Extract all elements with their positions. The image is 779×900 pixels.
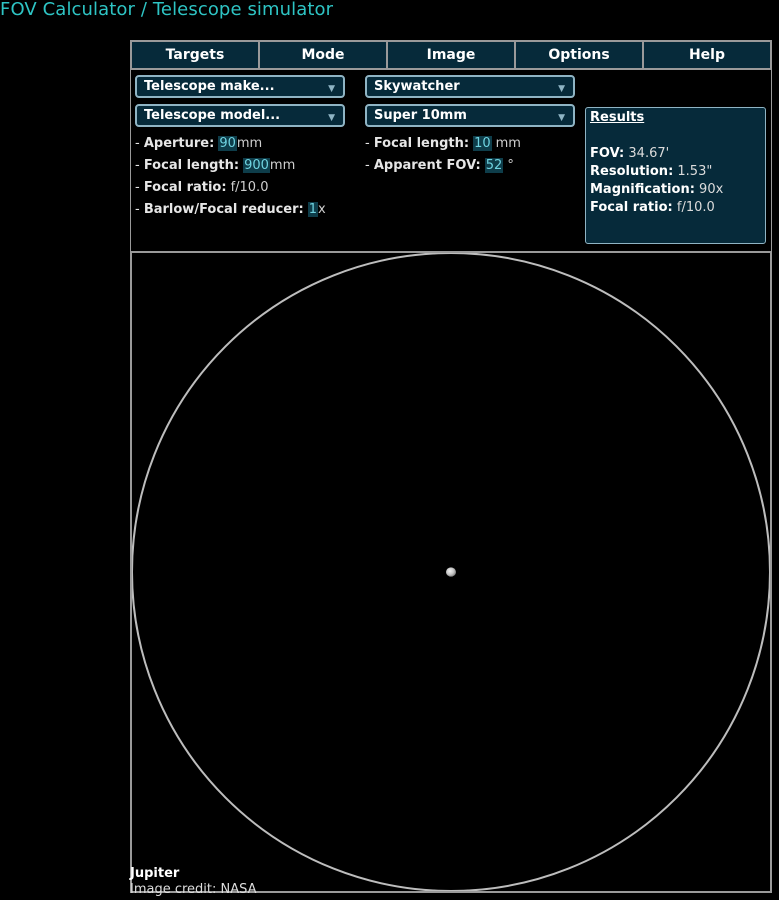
results-spacer (590, 128, 761, 146)
fov-calculator: Targets Mode Image Options Help Telescop… (130, 40, 772, 893)
barlow-label: Barlow/Focal reducer: (143, 201, 304, 217)
menu-mode[interactable]: Mode (260, 42, 388, 68)
chevron-down-icon: ▼ (558, 113, 565, 123)
telescope-model-select[interactable]: Telescope model... ▼ (135, 104, 345, 127)
target-name: Jupiter (130, 866, 180, 881)
result-magnification-value: 90x (699, 182, 724, 197)
result-resolution-label: Resolution: (590, 164, 674, 179)
apparent-fov-label: Apparent FOV: (373, 157, 481, 173)
telescope-focal-ratio-label: Focal ratio: (143, 179, 227, 195)
menu-targets[interactable]: Targets (132, 42, 260, 68)
barlow-row: - Barlow/Focal reducer: 1 x (135, 200, 326, 218)
result-magnification-label: Magnification: (590, 182, 695, 197)
eyepiece-model-select[interactable]: Super 10mm ▼ (365, 104, 575, 127)
aperture-unit: mm (236, 135, 263, 151)
eyepiece-focal-length-unit: mm (495, 135, 521, 151)
bullet-dash: - (365, 157, 374, 173)
result-magnification: Magnification: 90x (590, 182, 761, 200)
result-fov: FOV: 34.67' (590, 146, 761, 164)
barlow-input[interactable]: 1 (307, 201, 319, 217)
chevron-down-icon: ▼ (328, 84, 335, 94)
menu-options[interactable]: Options (516, 42, 644, 68)
chevron-down-icon: ▼ (558, 84, 565, 94)
result-fov-label: FOV: (590, 146, 625, 161)
telescope-make-label: Telescope make... (144, 79, 275, 94)
bullet-dash: - (135, 201, 144, 217)
result-resolution: Resolution: 1.53" (590, 164, 761, 182)
result-focal-ratio-value: f/10.0 (676, 200, 715, 215)
barlow-unit: x (318, 201, 326, 217)
bullet-dash: - (135, 179, 144, 195)
bullet-dash: - (365, 135, 374, 151)
bullet-dash: - (135, 135, 144, 151)
aperture-label: Aperture: (143, 135, 215, 151)
telescope-focal-ratio-value: f/10.0 (230, 179, 269, 195)
telescope-focal-length-label: Focal length: (143, 157, 240, 173)
telescope-model-label: Telescope model... (144, 108, 281, 123)
telescope-focal-length-unit: mm (269, 157, 296, 173)
eyepiece-model-label: Super 10mm (374, 108, 467, 123)
telescope-make-select[interactable]: Telescope make... ▼ (135, 75, 345, 98)
telescope-focal-ratio-row: - Focal ratio: f/10.0 (135, 178, 268, 196)
bullet-dash: - (135, 157, 144, 173)
result-resolution-value: 1.53" (677, 164, 713, 179)
settings-panel: Telescope make... ▼ Telescope model... ▼… (130, 70, 772, 251)
eyepiece-make-select[interactable]: Skywatcher ▼ (365, 75, 575, 98)
telescope-focal-length-input[interactable]: 900 (243, 157, 270, 173)
eyepiece-focal-length-row: - Focal length: 10 mm (365, 134, 521, 152)
image-credit: Image credit: NASA (130, 882, 257, 897)
eyepiece-view[interactable] (130, 251, 772, 893)
eyepiece-focal-length-label: Focal length: (373, 135, 470, 151)
result-focal-ratio: Focal ratio: f/10.0 (590, 200, 761, 218)
result-fov-value: 34.67' (628, 146, 670, 161)
eyepiece-make-label: Skywatcher (374, 79, 460, 94)
menu-image[interactable]: Image (388, 42, 516, 68)
eyepiece-view-canvas (132, 253, 770, 891)
eyepiece-focal-length-input[interactable]: 10 (473, 135, 492, 151)
telescope-focal-length-row: - Focal length: 900 mm (135, 156, 295, 174)
page-title: FOV Calculator / Telescope simulator (0, 0, 334, 20)
aperture-row: - Aperture: 90 mm (135, 134, 262, 152)
menu-help[interactable]: Help (644, 42, 770, 68)
chevron-down-icon: ▼ (328, 113, 335, 123)
planet-jupiter (446, 567, 456, 577)
menu-bar: Targets Mode Image Options Help (130, 40, 772, 70)
aperture-input[interactable]: 90 (218, 135, 237, 151)
results-box: Results FOV: 34.67' Resolution: 1.53" Ma… (585, 107, 766, 244)
apparent-fov-unit: ° (507, 157, 514, 173)
apparent-fov-input[interactable]: 52 (484, 157, 504, 173)
image-caption: Jupiter Image credit: NASA (130, 866, 257, 898)
results-title: Results (590, 110, 645, 125)
apparent-fov-row: - Apparent FOV: 52 ° (365, 156, 514, 174)
result-focal-ratio-label: Focal ratio: (590, 200, 673, 215)
